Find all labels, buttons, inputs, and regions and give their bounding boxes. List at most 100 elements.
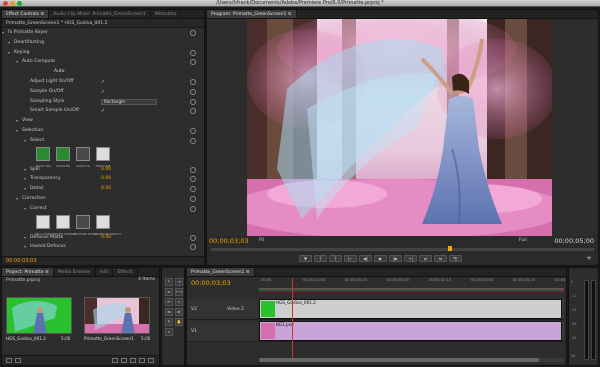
program-current-timecode[interactable]: 00;00;03;03 — [209, 237, 249, 245]
scrollbar-thumb[interactable] — [259, 358, 539, 362]
rate-stretch-tool-icon[interactable]: ↔ — [165, 298, 173, 306]
reset-icon[interactable] — [190, 176, 196, 183]
expand-triangle-icon[interactable]: ▾ — [16, 58, 18, 66]
clip-v2[interactable]: HGS_Godiva_001.2 — [259, 299, 562, 319]
slide-tool-icon[interactable]: ⇄ — [175, 308, 183, 316]
effect-row-15[interactable]: ▾ Transparency 0.00 — [2, 175, 198, 183]
expand-triangle-icon[interactable]: ▾ — [24, 185, 26, 193]
clip-v1[interactable]: BG1.psd — [259, 321, 562, 341]
selection-tool-icon[interactable]: ↖ — [165, 278, 173, 286]
find-icon[interactable] — [121, 358, 127, 363]
effect-row-3[interactable]: ▾ Auto Compute — [2, 58, 198, 66]
effect-controls-timecode[interactable]: 00;00;03;03 — [2, 257, 204, 265]
new-item-icon[interactable] — [139, 358, 145, 363]
go-to-out-button[interactable]: →| — [404, 255, 417, 262]
project-item-thumb-0[interactable] — [6, 297, 72, 334]
tab-program[interactable]: Program: Primatte_GreenScreen1 ≡ — [207, 10, 297, 18]
track-select-tool-icon[interactable]: ⇥ — [175, 278, 183, 286]
expand-triangle-icon[interactable]: ▾ — [24, 175, 26, 183]
effect-row-4[interactable]: Auto — [2, 68, 198, 76]
reset-icon[interactable] — [190, 196, 196, 202]
reset-icon[interactable] — [190, 49, 196, 56]
slip-tool-icon[interactable]: ⇆ — [165, 308, 173, 316]
expand-triangle-icon[interactable]: ▾ — [24, 234, 26, 242]
auto-button[interactable]: Auto — [54, 68, 64, 76]
timeline-timecode[interactable]: 00;00;03;03 — [191, 279, 231, 287]
track-v1[interactable]: BG1.psd — [259, 321, 564, 342]
effect-row-6[interactable]: Sample On/Off ✓ — [2, 88, 198, 96]
reset-icon[interactable] — [190, 98, 196, 105]
effect-row-20[interactable] — [2, 225, 198, 233]
effect-row-21[interactable]: ▾ Defocus Matte 0.00 — [2, 234, 198, 242]
rolling-edit-tool-icon[interactable]: ⟷ — [175, 288, 183, 296]
export-frame-button[interactable]: 📷 — [449, 255, 462, 262]
sampling-style-dropdown[interactable]: Rectangle — [101, 98, 157, 105]
tab-audio-clip-mixer[interactable]: Audio Clip Mixer: Primatte_GreenScreen1 — [49, 10, 151, 18]
reset-icon[interactable] — [190, 234, 196, 241]
effect-row-14[interactable]: ▾ Spill 0.00 — [2, 166, 198, 174]
reset-icon[interactable] — [190, 244, 196, 251]
program-video-frame[interactable] — [247, 19, 552, 236]
effect-row-10[interactable]: ▾ Selection — [2, 127, 198, 135]
checkbox[interactable]: ✓ — [101, 78, 105, 86]
timeline-scrollbar[interactable] — [259, 358, 564, 362]
list-view-icon[interactable] — [6, 358, 12, 363]
tab-media-browser[interactable]: Media Browser — [54, 268, 96, 276]
step-back-button[interactable]: ◀| — [359, 255, 372, 262]
property-value[interactable]: 0.00 — [101, 185, 111, 193]
expand-triangle-icon[interactable]: ▾ — [16, 117, 18, 125]
program-playhead[interactable] — [448, 246, 452, 251]
property-value[interactable]: 0.00 — [101, 234, 111, 242]
add-marker-button[interactable]: ▼ — [299, 255, 312, 262]
expand-triangle-icon[interactable]: ▾ — [24, 166, 26, 174]
effect-row-0[interactable]: ▾ fx Primatte Keyer — [2, 29, 198, 37]
checkbox[interactable]: ✓ — [101, 88, 105, 96]
expand-triangle-icon[interactable]: ▾ — [16, 195, 18, 203]
effect-row-16[interactable]: ▾ Detail 0.00 — [2, 185, 198, 193]
effect-row-11[interactable]: ▾ Select — [2, 137, 198, 145]
track-header-v1[interactable]: V1 — [187, 321, 258, 342]
expand-triangle-icon[interactable]: ▾ — [16, 127, 18, 135]
hand-tool-icon[interactable]: ✋ — [175, 318, 183, 326]
reset-icon[interactable] — [190, 128, 196, 134]
reset-icon[interactable] — [190, 205, 196, 212]
expand-triangle-icon[interactable]: ▾ — [2, 29, 4, 37]
work-area-bar[interactable] — [259, 289, 564, 292]
track-id-v1[interactable]: V1 — [191, 329, 197, 334]
tab-metadata[interactable]: Metadata — [151, 10, 182, 18]
effect-row-9[interactable]: ▾ View — [2, 117, 198, 125]
property-value[interactable]: 0.00 — [101, 166, 111, 174]
reset-icon[interactable] — [190, 79, 196, 85]
effect-row-18[interactable]: ▾ Correct — [2, 205, 198, 213]
effect-row-7[interactable]: Sampling Style Rectangle — [2, 98, 198, 106]
tab-sequence[interactable]: Primatte_GreenScreen1 ≡ — [187, 268, 255, 276]
tab-info[interactable]: Info — [96, 268, 114, 276]
trash-icon[interactable] — [148, 358, 154, 363]
effect-row-8[interactable]: Smart Sample On/Off ✓ — [2, 107, 198, 115]
tab-effect-controls[interactable]: Effect Controls ≡ — [2, 10, 50, 18]
track-id-v2[interactable]: V2 — [191, 307, 197, 312]
reset-icon[interactable] — [190, 186, 196, 193]
tab-project[interactable]: Project: Primatte ≡ — [2, 268, 54, 276]
pen-tool-icon[interactable]: ✎ — [165, 318, 173, 326]
button-editor-icon[interactable]: + — [586, 254, 592, 262]
quality-dropdown[interactable]: Full — [519, 237, 527, 245]
reset-icon[interactable] — [190, 108, 196, 115]
effect-row-2[interactable]: ▾ Keying — [2, 49, 198, 57]
effect-row-19[interactable]: SPILL SPONGE MATTE SPONGE RESTORE DETAIL DE… — [2, 214, 198, 236]
effect-row-17[interactable]: ▾ Correction — [2, 195, 198, 203]
reset-icon[interactable] — [190, 137, 196, 144]
play-button[interactable]: ▶ — [374, 255, 387, 262]
reset-icon[interactable] — [190, 166, 196, 173]
mark-out-button[interactable]: } — [329, 255, 342, 262]
effect-row-5[interactable]: Adjust Light On/Off ✓ — [2, 78, 198, 86]
reset-icon[interactable] — [190, 30, 196, 36]
checkbox[interactable]: ✓ — [101, 107, 105, 115]
effect-row-13[interactable] — [2, 157, 198, 165]
timeline-ruler[interactable]: 00;00 00;00;01;00 00;00;01;15 00;00;02;00 00… — [259, 278, 566, 289]
program-scrubber[interactable] — [211, 246, 594, 251]
effect-row-12[interactable]: SELECT BG CLEAN BG CLEAN FG FINE TUNE — [2, 146, 198, 168]
expand-triangle-icon[interactable]: ▾ — [8, 49, 10, 57]
expand-triangle-icon[interactable]: ▾ — [24, 205, 26, 213]
fit-dropdown[interactable]: Fit — [259, 237, 264, 245]
